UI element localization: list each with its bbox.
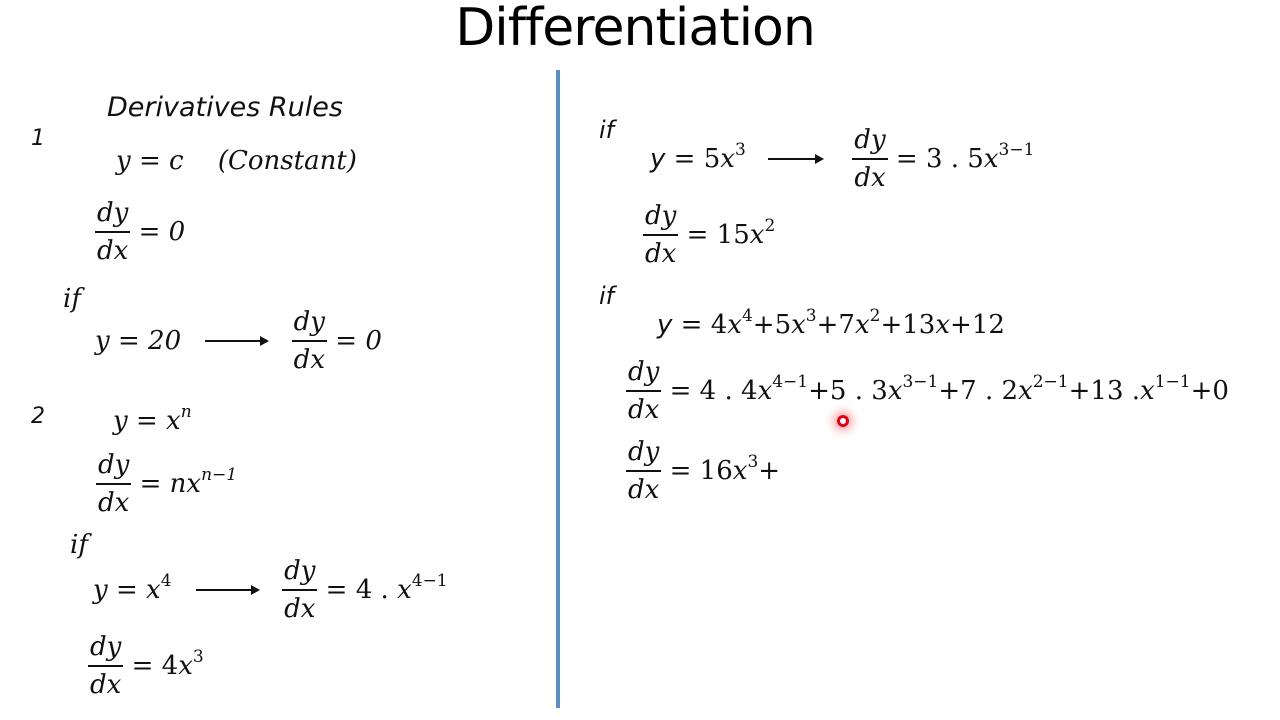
page-title: Differentiation: [455, 0, 816, 58]
polynomial-terms: 4x4+5x3+7x2+13x+12: [710, 306, 1005, 340]
if-label: if: [599, 282, 615, 310]
rule2-result: dy dx = 4x3: [88, 632, 204, 700]
variable-y: y: [116, 146, 131, 176]
term: 4 . 4x4−1+: [699, 372, 830, 406]
arrow-icon: [195, 585, 260, 595]
rule1-example: y = 20 dy dx = 0: [95, 307, 382, 375]
term: 5x3+: [774, 306, 839, 340]
term: 5 . 3x3−1+: [829, 372, 961, 406]
if-label: if: [599, 116, 615, 144]
example1-statement: y = 5x3 dy dx = 3 . 5x3−1: [650, 125, 1035, 193]
constant-c: c: [169, 146, 184, 176]
rule-number-1: 1: [31, 126, 45, 151]
polynomial-derivative: dy dx = 4 . 4x4−1+5 . 3x3−1+7 . 2x2−1+13 …: [626, 357, 1229, 425]
polynomial-partial-result: dy dx = 16x3+: [626, 437, 781, 505]
term: 12: [971, 310, 1005, 340]
arrow-icon: [205, 336, 270, 346]
derivative-fraction: dy dx: [626, 357, 662, 425]
rule2-statement: y = xn: [113, 402, 192, 436]
term: 7 . 2x2−1+: [960, 372, 1091, 406]
derivative-fraction: dy dx: [96, 450, 132, 518]
derivative-fraction: dy dx: [88, 632, 124, 700]
column-divider: [556, 70, 560, 708]
if-label: if: [70, 530, 88, 560]
equals-sign: =: [138, 146, 161, 176]
derivative-fraction: dy dx: [643, 201, 679, 269]
example1-result: dy dx = 15x2: [643, 201, 776, 269]
term: 13x+: [902, 310, 972, 340]
rule1-derivative: dy dx = 0: [95, 198, 186, 266]
derivative-fraction: dy dx: [291, 307, 327, 375]
derivative-fraction: dy dx: [95, 198, 131, 266]
constant-note: (Constant): [217, 146, 357, 176]
derivative-fraction: dy dx: [282, 556, 318, 624]
section-heading: Derivatives Rules: [107, 92, 343, 123]
polynomial-statement: y = 4x4+5x3+7x2+13x+12: [657, 306, 1005, 340]
term: 0: [1212, 376, 1229, 406]
arrow-icon: [768, 154, 825, 164]
derivative-fraction: dy dx: [626, 437, 662, 505]
term: 13 .x1−1+: [1090, 372, 1213, 406]
if-label: if: [63, 284, 81, 314]
rule-number-2: 2: [31, 404, 45, 429]
rule2-derivative: dy dx = nxn−1: [96, 450, 238, 518]
term: 4x4+: [710, 306, 775, 340]
rule2-example: y = x4 dy dx = 4 . x4−1: [93, 556, 448, 624]
rule1-statement: y = c (Constant): [116, 146, 357, 176]
derivative-terms: 4 . 4x4−1+5 . 3x3−1+7 . 2x2−1+13 .x1−1+0: [699, 372, 1229, 406]
mouse-cursor-indicator: [837, 415, 849, 427]
term: 7x2+: [838, 306, 903, 340]
derivative-fraction: dy dx: [852, 125, 888, 193]
